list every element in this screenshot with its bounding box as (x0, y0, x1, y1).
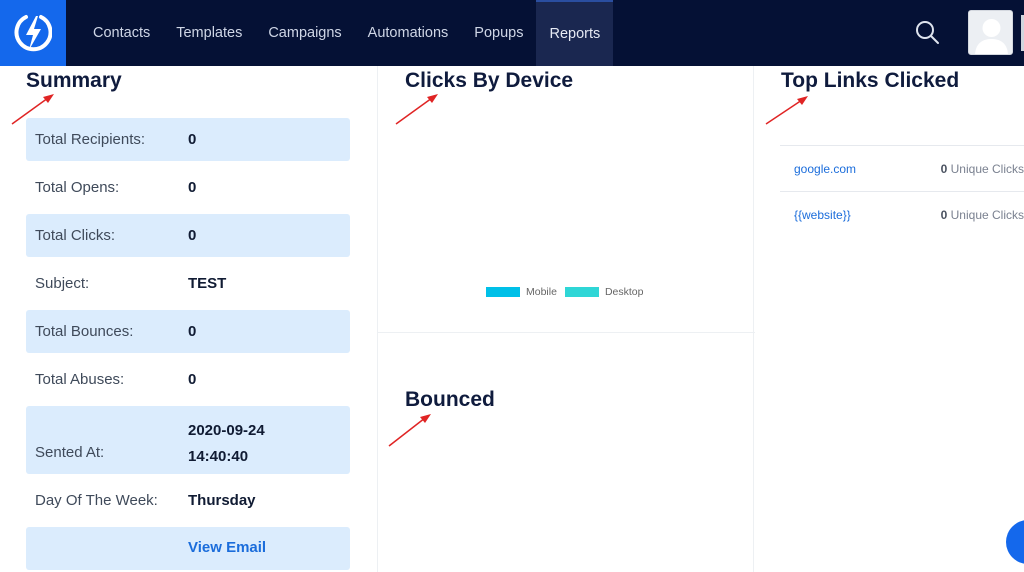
search-icon[interactable] (913, 18, 943, 48)
bounced-title: Bounced (405, 388, 495, 411)
user-avatar-icon (975, 19, 1008, 54)
top-navbar: Contacts Templates Campaigns Automations… (0, 0, 1024, 66)
row-label: Total Clicks: (35, 227, 116, 244)
summary-row-total-abuses: Total Abuses: 0 (26, 358, 350, 401)
legend-label-desktop[interactable]: Desktop (605, 286, 644, 298)
clicks-by-device-panel: Clicks By Device Mobile Desktop Bounced (377, 66, 755, 572)
nav-automations[interactable]: Automations (355, 0, 462, 66)
row-label: Total Opens: (35, 179, 120, 196)
view-email-row: View Email (26, 527, 350, 570)
row-value: 2020-09-24 14:40:40 (188, 418, 265, 470)
summary-row-total-opens: Total Opens: 0 (26, 166, 350, 209)
main-nav: Contacts Templates Campaigns Automations… (80, 0, 614, 66)
row-label: Total Bounces: (35, 323, 134, 340)
annotation-arrow (765, 96, 808, 125)
row-value: 0 (188, 323, 197, 340)
lightning-bolt-icon (14, 15, 52, 52)
summary-row-total-clicks: Total Clicks: 0 (26, 214, 350, 257)
summary-row-sented-at: Sented At: 2020-09-24 14:40:40 (26, 406, 350, 474)
section-divider (378, 332, 755, 333)
link-click-count: 0 (940, 208, 948, 222)
row-value: 0 (188, 179, 197, 196)
link-clicks: 0 Unique Clicks (941, 208, 1024, 222)
sent-date: 2020-09-24 (188, 422, 265, 439)
link-url[interactable]: {{website}} (794, 208, 851, 222)
link-url[interactable]: google.com (794, 162, 856, 176)
nav-popups[interactable]: Popups (461, 0, 536, 66)
nav-contacts[interactable]: Contacts (80, 0, 163, 66)
row-value: 0 (188, 131, 197, 148)
link-click-count: 0 (940, 162, 948, 176)
row-value: TEST (188, 275, 227, 292)
row-label: Total Abuses: (35, 371, 125, 388)
link-row: google.com 0 Unique Clicks (780, 146, 1024, 192)
legend-swatch-desktop[interactable] (564, 287, 599, 297)
summary-row-subject: Subject: TEST (26, 262, 350, 305)
nav-reports[interactable]: Reports (536, 0, 614, 66)
row-label: Total Recipients: (35, 131, 146, 148)
legend-label-mobile[interactable]: Mobile (526, 286, 557, 298)
nav-campaigns[interactable]: Campaigns (255, 0, 354, 66)
summary-panel: Summary Total Recipients: 0 Total Opens:… (0, 66, 377, 572)
sent-time: 14:40:40 (188, 448, 249, 465)
link-click-suffix: Unique Clicks (950, 208, 1024, 222)
legend-swatch-mobile[interactable] (486, 287, 520, 297)
summary-row-total-bounces: Total Bounces: 0 (26, 310, 350, 353)
row-label: Sented At: (35, 444, 105, 461)
view-email-link[interactable]: View Email (188, 539, 266, 556)
row-label: Day Of The Week: (35, 492, 158, 509)
summary-row-day-of-week: Day Of The Week: Thursday (26, 479, 350, 522)
link-click-suffix: Unique Clicks (950, 162, 1024, 176)
row-label: Subject: (35, 275, 90, 292)
annotation-arrow (395, 94, 438, 125)
top-links-title: Top Links Clicked (781, 69, 960, 92)
user-avatar[interactable] (968, 10, 1013, 55)
row-value: Thursday (188, 492, 256, 509)
summary-row-total-recipients: Total Recipients: 0 (26, 118, 350, 161)
nav-templates[interactable]: Templates (163, 0, 255, 66)
logo[interactable] (0, 0, 66, 66)
link-clicks: 0 Unique Clicks (941, 162, 1024, 176)
top-links-panel: Top Links Clicked google.com 0 Unique Cl… (754, 66, 1024, 572)
row-value: 0 (188, 227, 197, 244)
chart-legend: Mobile Desktop (486, 286, 651, 298)
annotation-arrow (388, 414, 431, 447)
link-row: {{website}} 0 Unique Clicks (780, 192, 1024, 238)
row-value: 0 (188, 371, 197, 388)
